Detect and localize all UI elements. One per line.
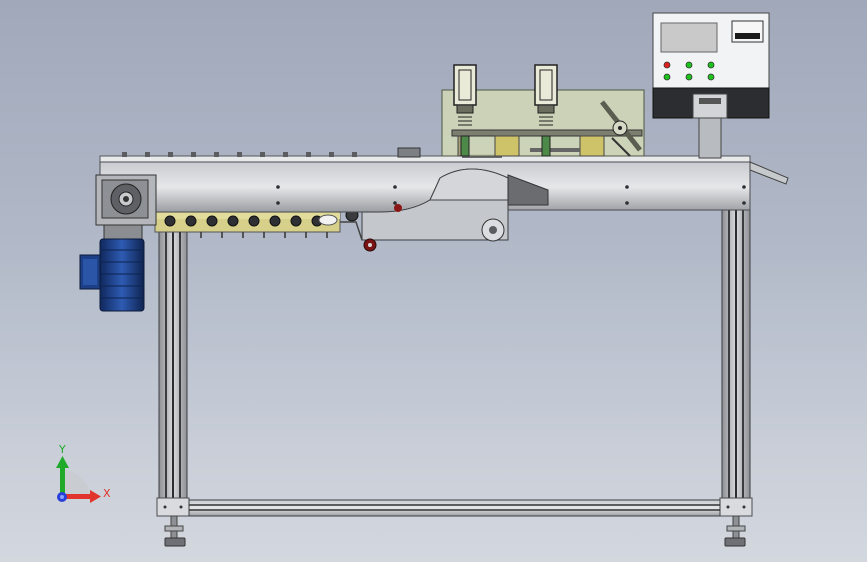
cad-viewport[interactable]: X Y <box>0 0 867 562</box>
control-box <box>652 12 770 159</box>
bottom-crossbar <box>188 499 721 517</box>
leveling-foot-right <box>724 515 746 547</box>
control-screen <box>660 22 718 53</box>
capping-unit <box>441 64 645 157</box>
z-axis-marker <box>57 492 67 502</box>
y-axis-label: Y <box>59 443 66 456</box>
leveling-foot-left <box>164 515 186 547</box>
exit-chute <box>749 161 789 185</box>
x-axis-label: X <box>103 487 111 500</box>
gear-motor <box>79 174 157 312</box>
right-leg <box>719 204 753 517</box>
left-leg <box>156 204 190 517</box>
coordinate-triad <box>56 456 101 503</box>
machine-drawing <box>56 12 789 547</box>
